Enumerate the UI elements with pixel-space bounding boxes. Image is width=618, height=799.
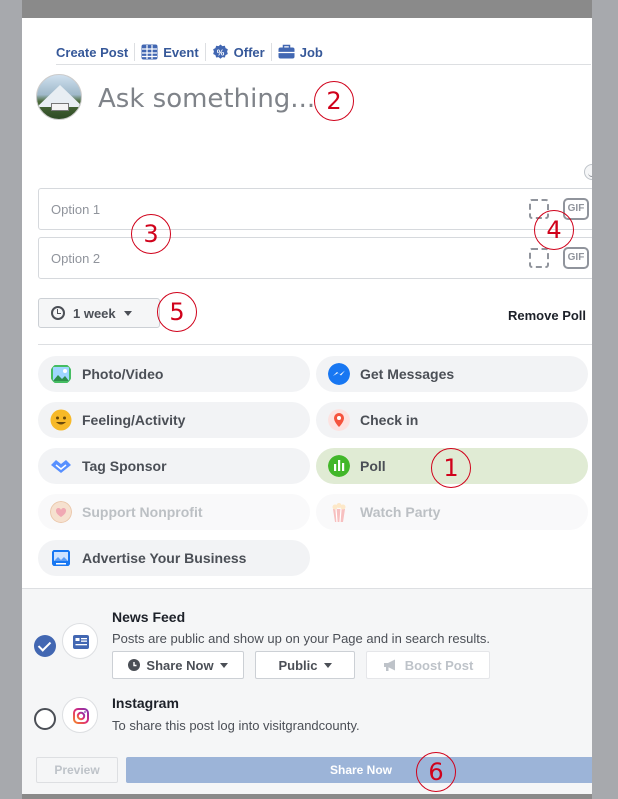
caret-down-icon: [123, 310, 132, 316]
poll-duration-select[interactable]: 1 week: [38, 298, 160, 328]
action-label: Tag Sponsor: [82, 458, 167, 474]
tab-offer[interactable]: % Offer: [206, 44, 271, 60]
instagram-icon: [73, 708, 89, 724]
support-nonprofit-button[interactable]: Support Nonprofit: [38, 494, 310, 530]
tab-job-label: Job: [299, 44, 323, 60]
instagram-checkbox[interactable]: [34, 708, 56, 730]
poll-icon: [328, 455, 350, 477]
watch-party-button[interactable]: Watch Party: [316, 494, 588, 530]
annotation-3: 3: [131, 214, 171, 254]
tab-offer-label: Offer: [233, 44, 265, 60]
audience-label: Public: [278, 657, 318, 673]
poll-option-1: GIF: [38, 188, 592, 230]
news-feed-glyph: [73, 635, 89, 649]
action-label: Poll: [360, 458, 386, 474]
background-left-edge: [0, 0, 22, 799]
location-pin-icon: [328, 409, 350, 431]
news-feed-description: Posts are public and show up on your Pag…: [112, 631, 490, 646]
annotation-6: 6: [416, 752, 456, 792]
advertise-business-button[interactable]: Advertise Your Business: [38, 540, 310, 576]
calendar-icon: [141, 44, 158, 60]
instagram-icon-wrap: [62, 697, 98, 733]
photo-icon: [51, 365, 71, 383]
audience-select[interactable]: Public: [255, 651, 355, 679]
instagram-title: Instagram: [112, 695, 179, 711]
action-label: Support Nonprofit: [82, 504, 203, 520]
instagram-description: To share this post log into visitgrandco…: [112, 718, 360, 733]
tab-create-post[interactable]: Create Post: [56, 45, 134, 60]
action-label: Photo/Video: [82, 366, 164, 382]
schedule-label: Share Now: [146, 657, 214, 673]
tab-create-post-label: Create Post: [56, 44, 129, 60]
check-in-button[interactable]: Check in: [316, 402, 588, 438]
divider: [38, 344, 592, 345]
smiley-icon: [50, 409, 72, 431]
action-label: Feeling/Activity: [82, 412, 186, 428]
clock-icon: [128, 659, 141, 671]
emoji-picker-icon[interactable]: [584, 164, 592, 180]
annotation-4: 4: [534, 210, 574, 250]
annotation-1: 1: [431, 448, 471, 488]
handshake-icon: [51, 460, 71, 473]
action-label: Watch Party: [360, 504, 441, 520]
feeling-activity-button[interactable]: Feeling/Activity: [38, 402, 310, 438]
option-1-input[interactable]: [39, 189, 509, 229]
tab-job[interactable]: Job: [272, 44, 329, 60]
ad-icon: [52, 550, 70, 566]
news-feed-checkbox[interactable]: [34, 635, 56, 657]
news-feed-icon: [62, 623, 98, 659]
share-now-button[interactable]: Share Now: [126, 757, 592, 783]
action-label: Get Messages: [360, 366, 455, 382]
duration-value: 1 week: [73, 305, 116, 321]
tab-event-label: Event: [163, 44, 199, 60]
add-photo-icon[interactable]: [529, 248, 549, 268]
boost-post-button[interactable]: Boost Post: [366, 651, 490, 679]
caret-down-icon: [219, 662, 228, 668]
preview-button[interactable]: Preview: [36, 757, 118, 783]
divider: [56, 64, 591, 65]
composer-tabs: Create Post Event % Offer Job: [56, 42, 329, 62]
share-now-schedule-select[interactable]: Share Now: [112, 651, 244, 679]
briefcase-icon: [278, 44, 295, 59]
create-post-dialog: Create Post Event % Offer Job Ask someth…: [22, 18, 592, 794]
poll-option-2: GIF: [38, 237, 592, 279]
option-2-input[interactable]: [39, 238, 509, 278]
action-label: Check in: [360, 412, 419, 428]
megaphone-icon: [383, 659, 395, 671]
svg-text:%: %: [216, 47, 224, 57]
clock-icon: [51, 306, 65, 320]
annotation-5: 5: [157, 292, 197, 332]
page-avatar[interactable]: [36, 74, 82, 120]
caret-down-icon: [323, 662, 332, 668]
action-label: Advertise Your Business: [82, 550, 247, 566]
post-text-input[interactable]: Ask something...: [98, 84, 315, 114]
background-right-edge: [592, 0, 618, 799]
messenger-icon: [328, 363, 350, 385]
popcorn-icon: [332, 503, 346, 523]
destination-footer: News Feed Posts are public and show up o…: [22, 588, 592, 794]
get-messages-button[interactable]: Get Messages: [316, 356, 588, 392]
annotation-2: 2: [314, 81, 354, 121]
boost-label: Boost Post: [404, 657, 474, 673]
percent-badge-icon: %: [212, 44, 228, 59]
gif-icon[interactable]: GIF: [563, 247, 589, 269]
tab-event[interactable]: Event: [135, 44, 204, 60]
photo-video-button[interactable]: Photo/Video: [38, 356, 310, 392]
heart-badge-icon: [50, 501, 72, 523]
sign-shape: [51, 103, 69, 111]
news-feed-title: News Feed: [112, 609, 186, 625]
remove-poll-link[interactable]: Remove Poll: [508, 308, 586, 323]
tag-sponsor-button[interactable]: Tag Sponsor: [38, 448, 310, 484]
